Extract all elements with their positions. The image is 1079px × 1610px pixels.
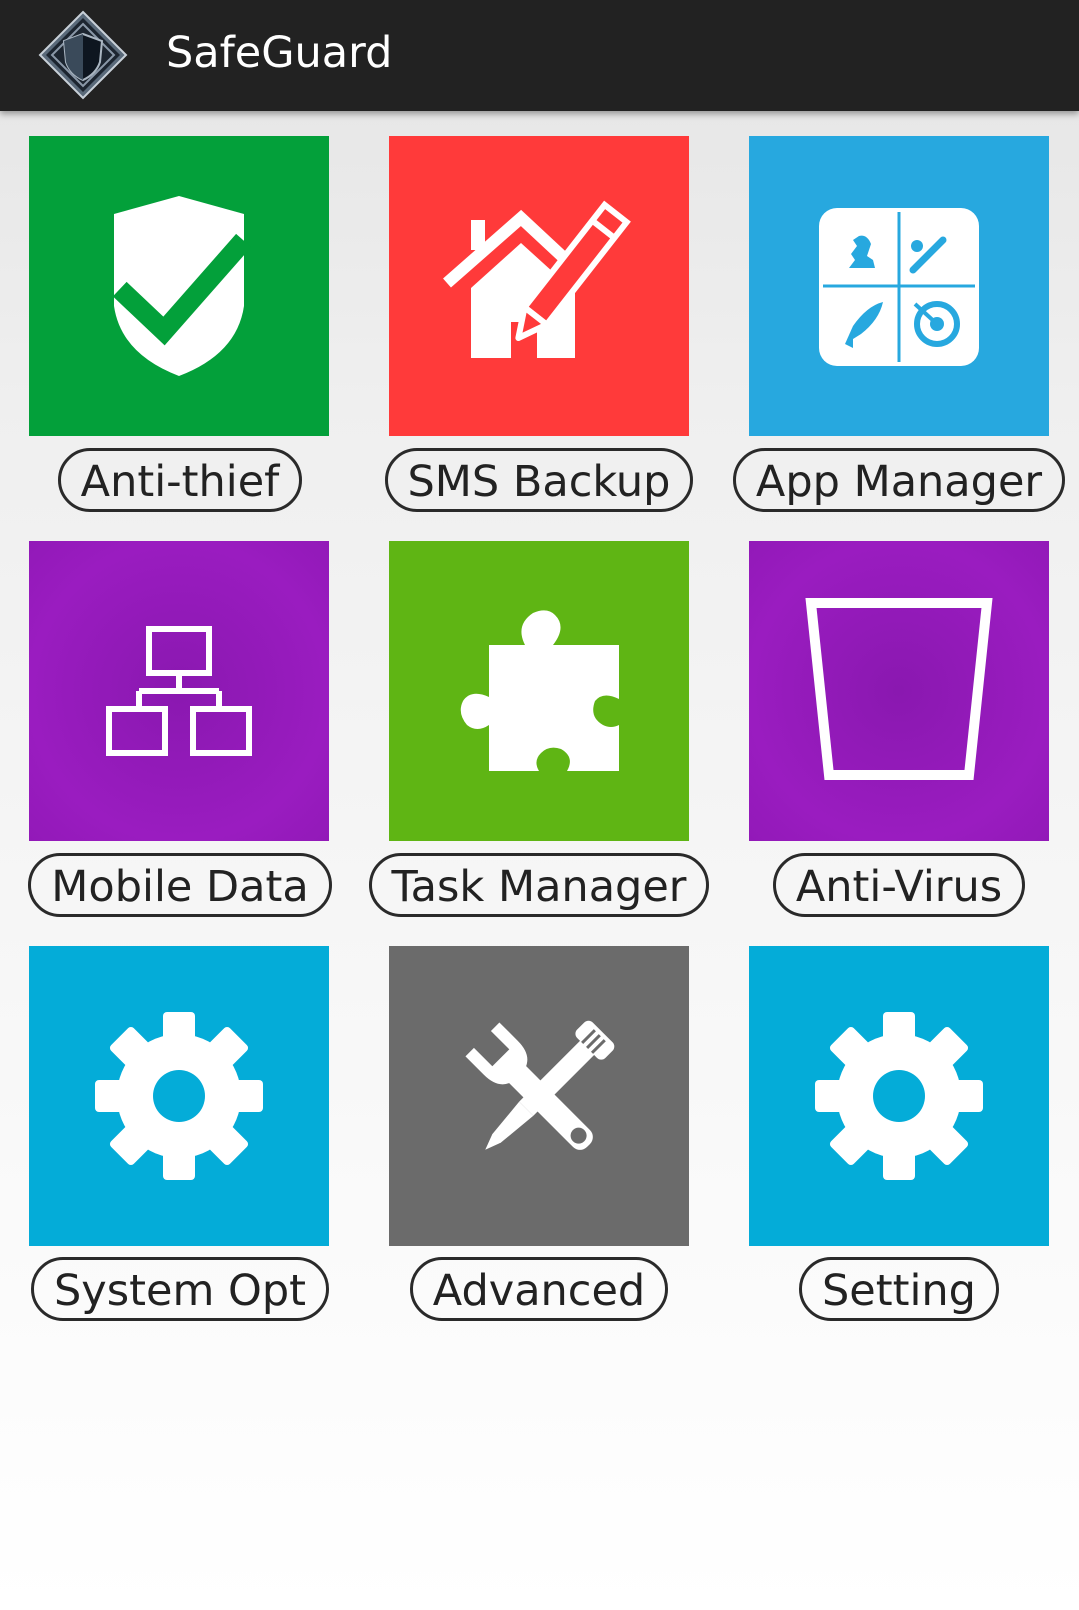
anti-virus-label-wrap: Anti-Virus (719, 850, 1079, 920)
wrench-screwdriver-icon (465, 1020, 615, 1150)
network-icon (106, 626, 252, 756)
anti-virus-button[interactable]: Anti-Virus (772, 853, 1026, 917)
house-pencil-icon (443, 200, 631, 358)
app-manager-button[interactable]: App Manager (732, 448, 1066, 512)
gear-icon (815, 1012, 983, 1180)
mobile-data-button[interactable]: Mobile Data (28, 853, 332, 917)
sms-backup-label-wrap: SMS Backup (359, 445, 719, 515)
shield-logo-icon (38, 10, 128, 100)
app-manager-tile[interactable] (749, 136, 1049, 436)
app-bar: SafeGuard (0, 0, 1079, 111)
task-manager-label-wrap: Task Manager (359, 850, 719, 920)
anti-thief-label-wrap: Anti-thief (0, 445, 360, 515)
system-opt-tile[interactable] (29, 946, 329, 1246)
setting-button[interactable]: Setting (799, 1257, 999, 1321)
task-manager-button[interactable]: Task Manager (368, 853, 710, 917)
sms-backup-button[interactable]: SMS Backup (384, 448, 694, 512)
advanced-tile[interactable] (389, 946, 689, 1246)
trash-bin-icon (805, 598, 993, 780)
setting-label-wrap: Setting (719, 1254, 1079, 1324)
puzzle-piece-icon (460, 610, 619, 771)
system-opt-button[interactable]: System Opt (30, 1257, 330, 1321)
shield-check-icon (112, 196, 252, 376)
setting-tile[interactable] (749, 946, 1049, 1246)
app-grid-icon (819, 208, 979, 366)
anti-thief-button[interactable]: Anti-thief (57, 448, 303, 512)
anti-virus-tile[interactable] (749, 541, 1049, 841)
gear-icon (95, 1012, 263, 1180)
system-opt-label-wrap: System Opt (0, 1254, 360, 1324)
sms-backup-tile[interactable] (389, 136, 689, 436)
app-manager-label-wrap: App Manager (719, 445, 1079, 515)
app-title: SafeGuard (166, 28, 393, 78)
task-manager-tile[interactable] (389, 541, 689, 841)
advanced-label-wrap: Advanced (359, 1254, 719, 1324)
advanced-button[interactable]: Advanced (409, 1257, 669, 1321)
mobile-data-tile[interactable] (29, 541, 329, 841)
anti-thief-tile[interactable] (29, 136, 329, 436)
mobile-data-label-wrap: Mobile Data (0, 850, 360, 920)
